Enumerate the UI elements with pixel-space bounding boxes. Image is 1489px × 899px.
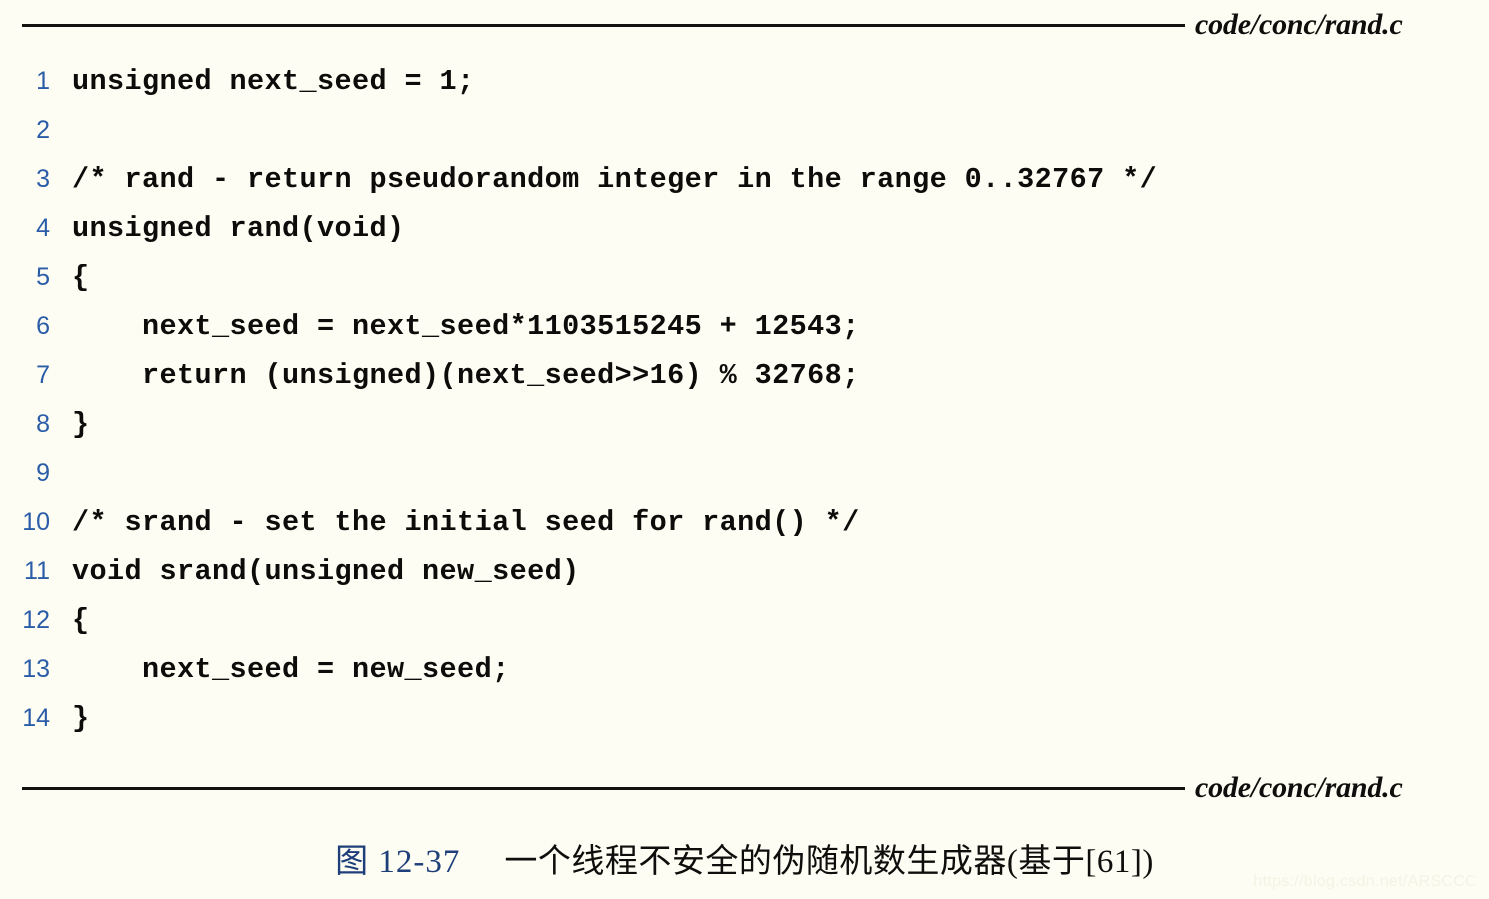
top-rule-row: code/conc/rand.c — [0, 5, 1489, 45]
code-line-text: return (unsigned)(next_seed>>16) % 32768… — [72, 359, 860, 392]
figure-page: code/conc/rand.c 1 unsigned next_seed = 1… — [0, 0, 1489, 899]
code-line-text: /* srand - set the initial seed for rand… — [72, 506, 860, 539]
code-line-text: next_seed = next_seed*1103515245 + 12543… — [72, 310, 860, 343]
line-number: 3 — [36, 165, 50, 193]
line-number: 11 — [24, 557, 50, 585]
code-line: 10 /* srand - set the initial seed for ra… — [0, 498, 1489, 547]
code-line-text: unsigned rand(void) — [72, 212, 405, 245]
code-line-text: } — [72, 702, 90, 735]
code-line: 2 — [0, 106, 1489, 155]
line-number: 1 — [36, 67, 50, 95]
code-line: 14} — [0, 694, 1489, 743]
bottom-horizontal-rule — [22, 786, 1185, 790]
code-line: 5{ — [0, 253, 1489, 302]
line-number: 12 — [22, 606, 50, 634]
code-line: 1 unsigned next_seed = 1; — [0, 57, 1489, 106]
code-line: 4 unsigned rand(void) — [0, 204, 1489, 253]
code-line: 6 next_seed = next_seed*1103515245 + 125… — [0, 302, 1489, 351]
code-line: 3 /* rand - return pseudorandom integer i… — [0, 155, 1489, 204]
file-path-label-bottom: code/conc/rand.c — [1195, 771, 1403, 804]
code-line-text: unsigned next_seed = 1; — [72, 65, 475, 98]
code-line: 8} — [0, 400, 1489, 449]
file-path-label-top: code/conc/rand.c — [1195, 8, 1403, 41]
line-number: 8 — [36, 410, 50, 438]
code-line: 12 { — [0, 596, 1489, 645]
code-line: 7 return (unsigned)(next_seed>>16) % 327… — [0, 351, 1489, 400]
code-line-text: void srand(unsigned new_seed) — [72, 555, 580, 588]
code-line-text: next_seed = new_seed; — [72, 653, 510, 686]
figure-number: 图 12-37 — [335, 844, 461, 880]
code-line-text: { — [72, 604, 90, 637]
line-number: 7 — [36, 361, 50, 389]
watermark-text: https://blog.csdn.net/ARSCCC — [1253, 873, 1477, 890]
code-line-text: { — [72, 261, 90, 294]
code-line-text: } — [72, 408, 90, 441]
line-number: 10 — [22, 508, 50, 536]
line-number: 14 — [22, 704, 50, 732]
line-number: 5 — [36, 263, 50, 291]
line-number: 13 — [22, 655, 50, 683]
line-number: 9 — [36, 459, 50, 487]
code-line-text: /* rand - return pseudorandom integer in… — [72, 163, 1158, 196]
code-line: 11 void srand(unsigned new_seed) — [0, 547, 1489, 596]
code-listing: 1 unsigned next_seed = 1; 2 3 /* rand - retu… — [0, 57, 1489, 743]
bottom-rule-row: code/conc/rand.c — [0, 768, 1489, 808]
code-line: 9 — [0, 449, 1489, 498]
line-number: 2 — [36, 116, 50, 144]
code-line: 13 next_seed = new_seed; — [0, 645, 1489, 694]
line-number: 4 — [36, 214, 50, 242]
top-horizontal-rule — [22, 23, 1185, 27]
figure-caption-text: 一个线程不安全的伪随机数生成器(基于[61]) — [504, 844, 1154, 880]
line-number: 6 — [36, 312, 50, 340]
